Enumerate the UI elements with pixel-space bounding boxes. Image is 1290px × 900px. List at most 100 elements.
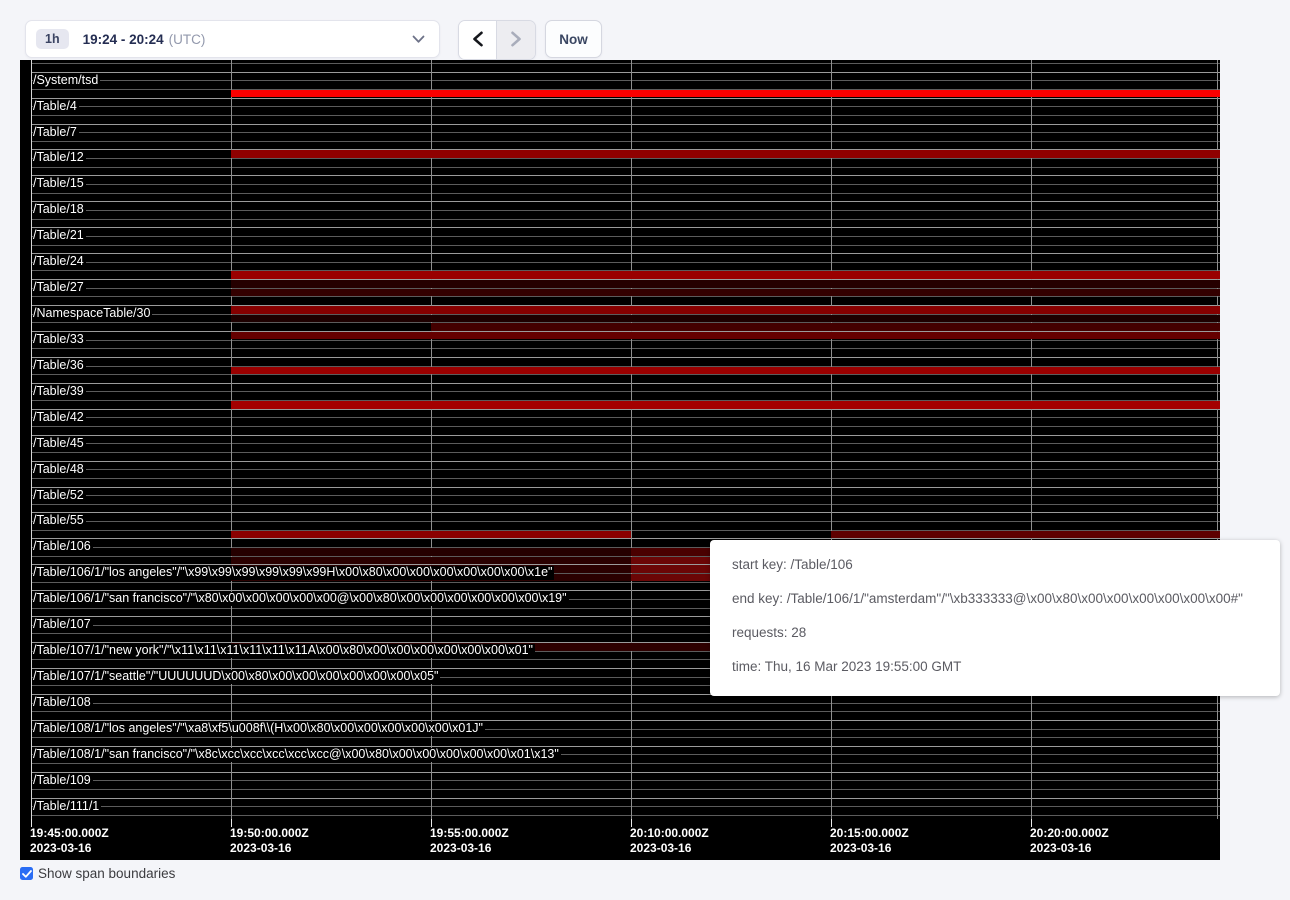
row-label: /Table/24 [33,255,86,269]
row-label: /Table/108/1/"los angeles"/"\xa8\xf5\u00… [33,722,485,736]
row-label: /Table/36 [33,359,86,373]
gridline-horizontal [31,236,1220,237]
gridline-horizontal [31,806,1220,807]
gridline-horizontal [31,383,1220,384]
time-nav-group [458,20,536,60]
gridline-vertical [431,60,432,819]
gridline-horizontal [31,80,1220,81]
row-label: /Table/107/1/"seattle"/"UUUUUUD\x00\x80\… [33,670,440,684]
gridline-horizontal [31,391,1220,392]
row-label: /Table/48 [33,463,86,477]
chevron-left-icon [471,31,485,50]
time-range-label: 19:24 - 20:24 [83,32,164,47]
gridline-horizontal [31,106,1220,107]
row-label: /Table/21 [33,229,86,243]
x-axis-date-label: 2023-03-16 [630,841,691,855]
chevron-down-icon [412,35,425,44]
gridline-horizontal [31,711,1220,712]
gridline-horizontal [31,452,1220,453]
gridline-vertical [31,60,32,819]
x-axis-time-label: 19:50:00.000Z [230,826,309,840]
x-axis-time-label: 20:15:00.000Z [830,826,909,840]
gridline-horizontal [31,703,1220,704]
x-axis-time-label: 19:45:00.000Z [30,826,109,840]
gridline-horizontal [31,357,1220,358]
chevron-right-icon [509,31,523,50]
row-label: /Table/18 [33,203,86,217]
gridline-horizontal [31,219,1220,220]
gridline-horizontal [31,348,1220,349]
gridline-horizontal [31,340,1220,341]
heat-band [231,531,631,539]
gridline-horizontal [31,780,1220,781]
row-label: /Table/107 [33,618,93,632]
heat-band [231,315,1220,323]
gridline-vertical [831,60,832,819]
row-label: /Table/45 [33,437,86,451]
gridline-horizontal [31,469,1220,470]
gridline-horizontal [31,227,1220,228]
heat-band [231,271,1220,279]
row-label: /System/tsd [33,74,100,88]
row-label: /Table/108/1/"san francisco"/"\x8c\xcc\x… [33,748,561,762]
gridline-horizontal [31,763,1220,764]
gridline-horizontal [31,193,1220,194]
gridline-vertical [1217,60,1218,819]
next-time-button[interactable] [497,21,535,59]
gridline-horizontal [31,201,1220,202]
tooltip-time: time: Thu, 16 Mar 2023 19:55:00 GMT [732,657,1280,677]
heat-band [231,401,1220,409]
gridline-horizontal [31,504,1220,505]
key-visualizer-heatmap[interactable]: /System/tsd/Table/4/Table/7/Table/12/Tab… [20,60,1220,860]
gridline-horizontal [31,772,1220,773]
gridline-horizontal [31,409,1220,410]
footer: Show span boundaries [20,866,175,881]
time-range-selector[interactable]: 1h 19:24 - 20:24 (UTC) [25,20,440,58]
prev-time-button[interactable] [459,21,497,59]
gridline-horizontal [31,737,1220,738]
row-label: /Table/15 [33,177,86,191]
heat-band [231,289,1220,297]
gridline-horizontal [31,158,1220,159]
gridline-horizontal [31,210,1220,211]
show-span-boundaries-label: Show span boundaries [38,866,175,881]
row-label: /Table/107/1/"new york"/"\x11\x11\x11\x1… [33,644,535,658]
x-axis-date-label: 2023-03-16 [1030,841,1091,855]
gridline-horizontal [31,789,1220,790]
heat-band [231,557,631,565]
row-label: /Table/12 [33,151,86,165]
gridline-horizontal [31,167,1220,168]
row-label: /Table/111/1 [33,800,101,814]
duration-badge: 1h [36,29,69,50]
gridline-horizontal [31,521,1220,522]
gridline-horizontal [31,184,1220,185]
gridline-horizontal [31,262,1220,263]
row-label: /Table/27 [33,281,86,295]
row-label: /Table/39 [33,385,86,399]
gridline-horizontal [31,417,1220,418]
heat-band [431,323,1220,331]
show-span-boundaries-checkbox[interactable] [20,867,33,880]
heat-band [831,531,1220,539]
gridline-horizontal [31,461,1220,462]
now-button[interactable]: Now [545,20,602,58]
gridline-horizontal [31,175,1220,176]
gridline-horizontal [31,124,1220,125]
row-label: /Table/55 [33,514,86,528]
gridline-horizontal [31,426,1220,427]
gridline-horizontal [31,374,1220,375]
gridline-horizontal [31,132,1220,133]
x-axis-time-label: 19:55:00.000Z [430,826,509,840]
gridline-horizontal [31,512,1220,513]
row-label: /Table/109 [33,774,93,788]
row-label: /Table/42 [33,411,86,425]
heat-band [231,548,631,556]
row-label: /Table/106/1/"san francisco"/"\x80\x00\x… [33,592,569,606]
gridline-horizontal [31,435,1220,436]
row-label: /Table/7 [33,126,79,140]
gridline-horizontal [31,296,1220,297]
gridline-vertical [631,60,632,819]
heat-band [231,150,1220,158]
x-axis-date-label: 2023-03-16 [830,841,891,855]
gridline-horizontal [31,115,1220,116]
